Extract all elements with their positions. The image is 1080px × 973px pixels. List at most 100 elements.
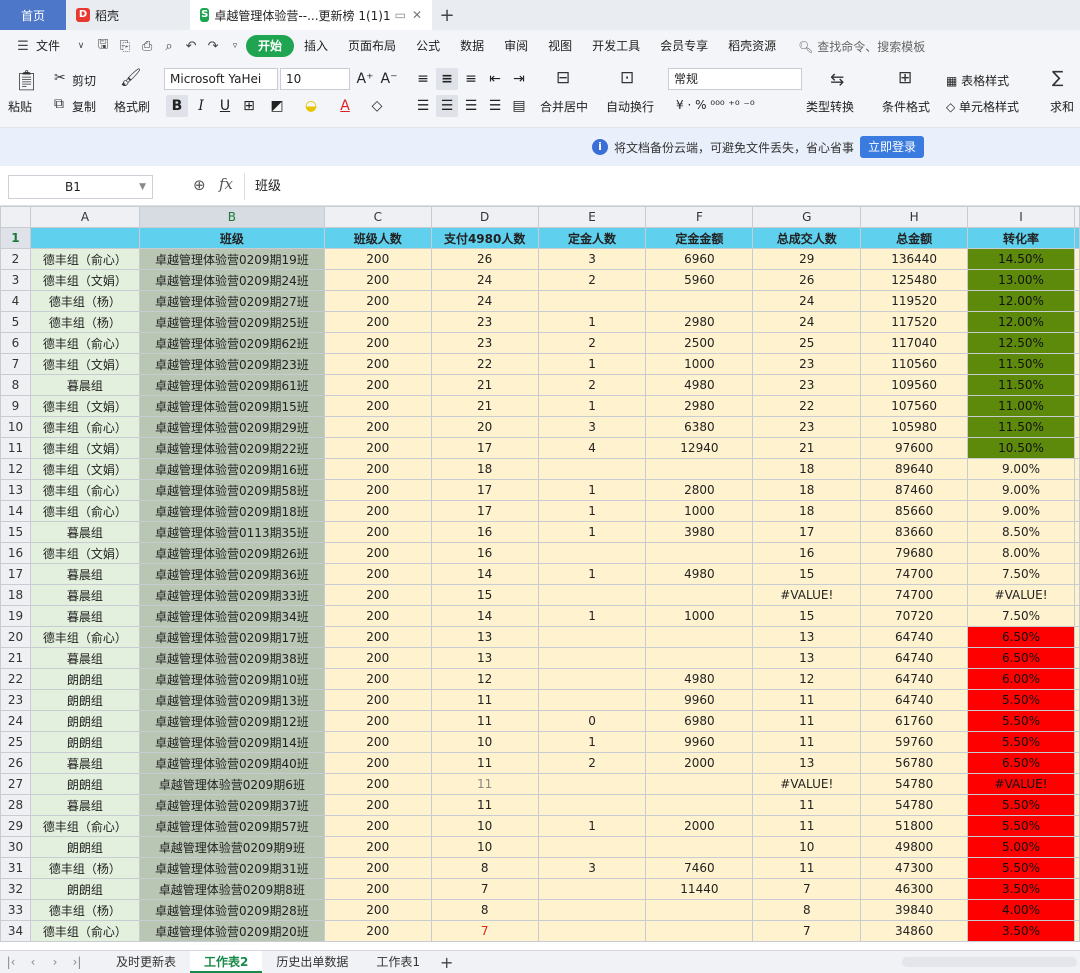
- conditional-format-icon[interactable]: ⊞: [898, 68, 912, 88]
- empty-cell[interactable]: [1074, 878, 1080, 900]
- class-name-cell[interactable]: 卓越管理体验营0209期33班: [138, 584, 325, 606]
- zoom-icon[interactable]: ⊕: [193, 176, 206, 194]
- total-amount-cell[interactable]: 54780: [860, 794, 969, 816]
- empty-cell[interactable]: [1074, 416, 1080, 438]
- cut-icon[interactable]: ✂: [54, 70, 66, 86]
- row-header[interactable]: 8: [0, 374, 31, 396]
- conversion-rate-cell[interactable]: 14.50%: [967, 248, 1075, 270]
- row-header[interactable]: 7: [0, 353, 31, 375]
- class-size-cell[interactable]: 200: [323, 689, 432, 711]
- group-cell[interactable]: 暮晨组: [29, 563, 140, 585]
- row-header[interactable]: 9: [0, 395, 31, 417]
- class-name-cell[interactable]: 卓越管理体验营0113期35班: [138, 521, 325, 543]
- format-painter-button[interactable]: 格式刷: [114, 98, 150, 115]
- deposit-count-cell[interactable]: 3: [537, 857, 647, 879]
- empty-cell[interactable]: [1074, 290, 1080, 312]
- menu-review[interactable]: 审阅: [494, 35, 538, 57]
- tab-home[interactable]: 首页: [0, 0, 66, 30]
- paid-count-cell[interactable]: 11: [430, 689, 539, 711]
- class-name-cell[interactable]: 卓越管理体验营0209期8班: [138, 878, 325, 900]
- row-header[interactable]: 33: [0, 899, 31, 921]
- group-cell[interactable]: 朗朗组: [29, 731, 140, 753]
- class-size-cell[interactable]: 200: [323, 815, 432, 837]
- menu-daoke-resources[interactable]: 稻壳资源: [718, 35, 786, 57]
- group-cell[interactable]: 朗朗组: [29, 710, 140, 732]
- empty-cell[interactable]: [1074, 626, 1080, 648]
- empty-cell[interactable]: [1074, 836, 1080, 858]
- align-top-icon[interactable]: ≡: [412, 68, 434, 90]
- group-cell[interactable]: 德丰组（俞心）: [29, 479, 140, 501]
- row-header[interactable]: 23: [0, 689, 31, 711]
- total-deals-cell[interactable]: 18: [752, 458, 862, 480]
- paid-count-cell[interactable]: 14: [430, 605, 539, 627]
- row-header[interactable]: 15: [0, 521, 31, 543]
- row-header[interactable]: 12: [0, 458, 31, 480]
- group-cell[interactable]: 德丰组（杨）: [29, 290, 140, 312]
- paid-count-cell[interactable]: 17: [430, 500, 539, 522]
- empty-cell[interactable]: [1074, 479, 1080, 501]
- total-amount-cell[interactable]: 39840: [860, 899, 969, 921]
- total-deals-cell[interactable]: 23: [752, 353, 862, 375]
- group-cell[interactable]: 朗朗组: [29, 689, 140, 711]
- class-size-cell[interactable]: 200: [323, 857, 432, 879]
- empty-cell[interactable]: [1074, 731, 1080, 753]
- deposit-amount-cell[interactable]: [645, 542, 754, 564]
- total-amount-cell[interactable]: 59760: [860, 731, 969, 753]
- group-cell[interactable]: 德丰组（杨）: [29, 899, 140, 921]
- empty-cell[interactable]: [1074, 311, 1080, 333]
- table-style-button[interactable]: ▦ 表格样式: [946, 72, 1009, 89]
- conversion-rate-cell[interactable]: 6.00%: [967, 668, 1075, 690]
- paid-count-cell[interactable]: 24: [430, 290, 539, 312]
- group-cell[interactable]: 暮晨组: [29, 521, 140, 543]
- class-size-cell[interactable]: 200: [323, 836, 432, 858]
- total-amount-cell[interactable]: 136440: [860, 248, 969, 270]
- total-deals-cell[interactable]: #VALUE!: [752, 584, 862, 606]
- total-amount-cell[interactable]: 70720: [860, 605, 969, 627]
- group-cell[interactable]: 暮晨组: [29, 605, 140, 627]
- paid-count-cell[interactable]: 15: [430, 584, 539, 606]
- sum-icon[interactable]: ∑: [1052, 68, 1063, 88]
- row-header[interactable]: 19: [0, 605, 31, 627]
- total-deals-cell[interactable]: 24: [752, 290, 862, 312]
- paid-count-cell[interactable]: 11: [430, 773, 539, 795]
- conversion-rate-cell[interactable]: 12.00%: [967, 290, 1075, 312]
- class-size-cell[interactable]: 200: [323, 920, 432, 942]
- conversion-rate-cell[interactable]: 6.50%: [967, 752, 1075, 774]
- deposit-amount-cell[interactable]: [645, 899, 754, 921]
- conversion-rate-cell[interactable]: 12.00%: [967, 311, 1075, 333]
- paid-count-cell[interactable]: 24: [430, 269, 539, 291]
- login-now-button[interactable]: 立即登录: [860, 136, 924, 158]
- column-header[interactable]: [1074, 206, 1080, 228]
- total-deals-cell[interactable]: 18: [752, 479, 862, 501]
- class-name-cell[interactable]: 卓越管理体验营0209期34班: [138, 605, 325, 627]
- highlight-icon[interactable]: ◒: [300, 95, 322, 117]
- deposit-count-cell[interactable]: [537, 878, 647, 900]
- total-deals-cell[interactable]: 18: [752, 500, 862, 522]
- copy-button[interactable]: 复制: [72, 98, 96, 115]
- undo-icon[interactable]: ↶: [180, 39, 202, 54]
- class-size-cell[interactable]: 200: [323, 878, 432, 900]
- group-cell[interactable]: 德丰组（俞心）: [29, 500, 140, 522]
- deposit-count-cell[interactable]: 2: [537, 374, 647, 396]
- row-header[interactable]: 17: [0, 563, 31, 585]
- class-size-cell[interactable]: 200: [323, 290, 432, 312]
- deposit-amount-cell[interactable]: 2500: [645, 332, 754, 354]
- total-amount-cell[interactable]: 64740: [860, 626, 969, 648]
- total-amount-cell[interactable]: 49800: [860, 836, 969, 858]
- class-size-cell[interactable]: 200: [323, 332, 432, 354]
- deposit-amount-cell[interactable]: [645, 773, 754, 795]
- conversion-rate-cell[interactable]: 5.50%: [967, 857, 1075, 879]
- class-name-cell[interactable]: 卓越管理体验营0209期61班: [138, 374, 325, 396]
- class-name-cell[interactable]: 卓越管理体验营0209期26班: [138, 542, 325, 564]
- deposit-amount-cell[interactable]: [645, 458, 754, 480]
- justify-icon[interactable]: ☰: [484, 95, 506, 117]
- deposit-amount-cell[interactable]: 2980: [645, 395, 754, 417]
- paid-count-cell[interactable]: 26: [430, 248, 539, 270]
- group-cell[interactable]: 暮晨组: [29, 647, 140, 669]
- underline-button[interactable]: U: [214, 95, 236, 117]
- empty-cell[interactable]: [1074, 920, 1080, 942]
- prev-sheet-icon[interactable]: ‹: [22, 955, 44, 969]
- class-name-cell[interactable]: 卓越管理体验营0209期14班: [138, 731, 325, 753]
- paid-count-cell[interactable]: 16: [430, 521, 539, 543]
- row-header[interactable]: 32: [0, 878, 31, 900]
